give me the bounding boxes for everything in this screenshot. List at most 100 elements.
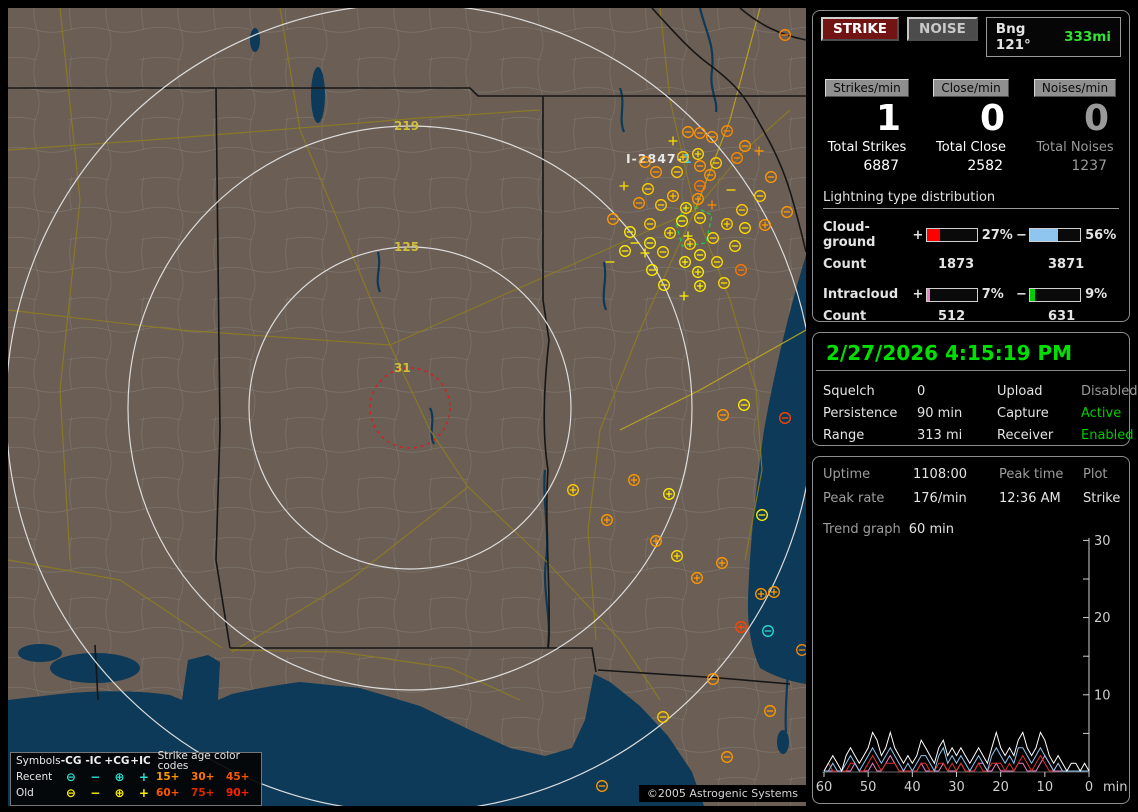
x-tick-label: 30 xyxy=(948,780,965,795)
legend-col-cg-neg: -CG xyxy=(60,756,82,767)
cg-negative-count: 3871 xyxy=(1029,257,1084,272)
legend-age-code: 75+ xyxy=(191,788,226,799)
plus-sign: + xyxy=(912,287,924,302)
legend-symbol-icon: + xyxy=(132,771,156,783)
uptime-grid: Uptime 1108:00 Peak time Plot Peak rate … xyxy=(813,457,1129,506)
legend-row-label: Recent xyxy=(16,772,59,783)
ic-positive-count: 512 xyxy=(923,309,1029,324)
noises-column: Noises/min 0 Total Noises 1237 xyxy=(1031,77,1119,174)
lightning-map[interactable]: 31321912531 I-2847-1 xyxy=(8,8,806,806)
noise-button[interactable]: NOISE xyxy=(907,17,978,41)
strikes-per-min-value: 1 xyxy=(823,97,911,140)
strikes-column: Strikes/min 1 Total Strikes 6887 xyxy=(823,77,911,174)
legend-symbols-label: Symbols xyxy=(16,756,60,767)
minus-sign: − xyxy=(1016,287,1028,302)
upload-label: Upload xyxy=(997,384,1081,399)
copyright-label: ©2005 Astrogenic Systems xyxy=(639,785,806,802)
legend-col-ic-neg: -IC xyxy=(82,756,104,767)
peak-rate-value: 176/min xyxy=(913,491,999,506)
legend-symbol-icon: ⊕ xyxy=(107,787,131,799)
minus-sign: − xyxy=(1016,228,1028,243)
cg-positive-count: 1873 xyxy=(923,257,1029,272)
ring-label: 31 xyxy=(394,361,411,375)
squelch-value: 0 xyxy=(917,384,997,399)
range-value: 313 mi xyxy=(917,428,997,443)
x-tick-label: 20 xyxy=(992,780,1009,795)
legend-age-code: 90+ xyxy=(226,788,261,799)
range-label: Range xyxy=(823,428,917,443)
legend-age-header: Strike age color codes xyxy=(152,751,261,772)
legend-symbol-icon: ⊕ xyxy=(107,771,131,783)
peak-rate-label: Peak rate xyxy=(823,491,913,506)
peak-time-label: Peak time xyxy=(999,467,1083,482)
lake xyxy=(18,644,62,662)
trend-panel: Uptime 1108:00 Peak time Plot Peak rate … xyxy=(812,456,1130,804)
total-close-value: 2582 xyxy=(927,158,1015,174)
trend-series-intracloud xyxy=(824,756,1089,771)
app-window: 31321912531 I-2847-1 Symbols -CG -IC +CG… xyxy=(0,0,1138,812)
trend-graph-value: 60 min xyxy=(909,522,954,537)
legend-symbol-icon: − xyxy=(83,771,107,783)
x-tick-label: 40 xyxy=(904,780,921,795)
plus-sign: + xyxy=(912,228,924,243)
lake xyxy=(250,28,260,52)
cg-positive-bar xyxy=(926,228,978,242)
total-close-label: Total Close xyxy=(927,140,1015,155)
legend-symbol-icon: ⊖ xyxy=(59,771,83,783)
persistence-label: Persistence xyxy=(823,406,917,421)
count-label: Count xyxy=(823,257,923,272)
map-panel: 31321912531 I-2847-1 Symbols -CG -IC +CG… xyxy=(8,8,806,806)
noises-per-min-button[interactable]: Noises/min xyxy=(1034,79,1116,97)
count-label: Count xyxy=(823,309,923,324)
y-tick-label: 10 xyxy=(1094,688,1111,703)
legend-col-cg-pos: +CG xyxy=(104,756,129,767)
legend-row-label: Old xyxy=(16,788,59,799)
squelch-label: Squelch xyxy=(823,384,917,399)
uptime-value: 1108:00 xyxy=(913,467,999,482)
bearing-range-display: Bng 121° 333mi xyxy=(986,17,1121,57)
lake xyxy=(777,730,789,754)
total-noises-value: 1237 xyxy=(1031,158,1119,174)
total-strikes-label: Total Strikes xyxy=(823,140,911,155)
trend-graph-label: Trend graph xyxy=(823,522,901,537)
trend-graph-row: Trend graph 60 min xyxy=(813,506,1129,537)
intracloud-label: Intracloud xyxy=(823,287,912,302)
intracloud-row: Intracloud + 7% − 9% xyxy=(823,287,1119,302)
rate-counters: Strikes/min 1 Total Strikes 6887 Close/m… xyxy=(813,57,1129,174)
close-column: Close/min 0 Total Close 2582 xyxy=(927,77,1015,174)
legend-old-row: Old⊖−⊕+60+75+90+ xyxy=(11,785,261,801)
ic-negative-bar xyxy=(1029,288,1081,302)
peak-time-value: 12:36 AM xyxy=(999,491,1083,506)
x-tick-label: 10 xyxy=(1037,780,1054,795)
ic-negative-count: 631 xyxy=(1029,309,1075,324)
close-per-min-button[interactable]: Close/min xyxy=(933,79,1008,97)
capture-label: Capture xyxy=(997,406,1081,421)
legend-col-ic-pos: +IC xyxy=(129,756,151,767)
x-axis-unit: min xyxy=(1103,780,1128,795)
legend-recent-row: Recent⊖−⊕+15+30+45+ xyxy=(11,769,261,785)
x-tick-label: 0 xyxy=(1085,780,1093,795)
legend-age-code: 45+ xyxy=(226,772,261,783)
total-noises-label: Total Noises xyxy=(1031,140,1119,155)
receiver-value: Enabled xyxy=(1081,428,1137,443)
strikes-per-min-button[interactable]: Strikes/min xyxy=(825,79,908,97)
legend-header-row: Symbols -CG -IC +CG +IC Strike age color… xyxy=(11,753,261,769)
trend-series-cg_positive xyxy=(824,756,1089,771)
plot-label: Plot xyxy=(1083,467,1120,482)
ring-label: 313 xyxy=(394,8,419,11)
ic-negative-percent: 9% xyxy=(1085,287,1119,302)
plot-value: Strike xyxy=(1083,491,1120,506)
receiver-label: Receiver xyxy=(997,428,1081,443)
legend-symbol-icon: + xyxy=(132,787,156,799)
intracloud-counts: Count 512 631 xyxy=(823,309,1119,324)
legend-age-code: 60+ xyxy=(156,788,191,799)
persistence-value: 90 min xyxy=(917,406,997,421)
ic-positive-percent: 7% xyxy=(982,287,1016,302)
status-panel: 2/27/2026 4:15:19 PM Squelch 0 Upload Di… xyxy=(812,332,1130,446)
total-strikes-value: 6887 xyxy=(823,158,911,174)
strike-button[interactable]: STRIKE xyxy=(821,17,899,41)
bearing-value: Bng 121° xyxy=(996,21,1052,53)
ring-label: 219 xyxy=(394,119,419,133)
strike-counters-panel: STRIKE NOISE Bng 121° 333mi Strikes/min … xyxy=(812,10,1130,322)
uptime-label: Uptime xyxy=(823,467,913,482)
